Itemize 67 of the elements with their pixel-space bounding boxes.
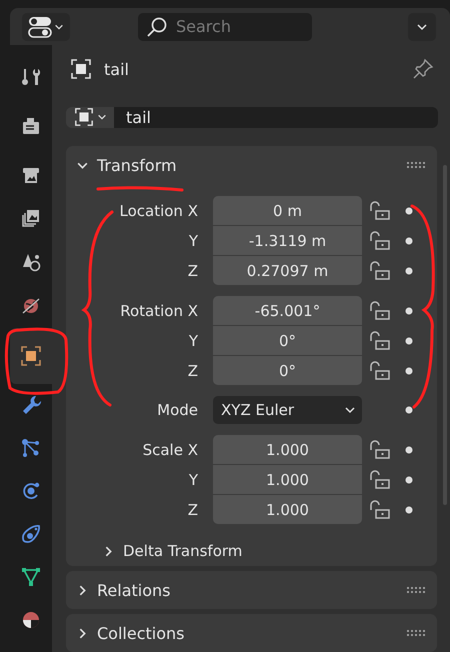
field-label: Rotation X [119, 302, 199, 320]
number-field[interactable]: 0.27097 m [213, 256, 362, 285]
keyframe-dot-icon[interactable] [405, 306, 413, 314]
field-label: Location X [118, 202, 199, 220]
panel-header[interactable]: Transform [76, 156, 177, 174]
properties-tab[interactable] [10, 328, 52, 384]
unlocked-icon[interactable] [369, 470, 391, 490]
unlocked-icon[interactable] [369, 330, 391, 350]
field-label: Y [188, 332, 199, 350]
field-label: Mode [156, 401, 199, 419]
field-label: Z [186, 262, 199, 280]
subpanel-header[interactable]: Delta Transform [66, 536, 242, 566]
chevron-down-icon [96, 112, 106, 122]
options-dropdown-button[interactable] [408, 12, 436, 40]
search-icon [146, 16, 168, 38]
keyframe-dot-icon[interactable] [405, 266, 413, 274]
object-name: tail [104, 60, 129, 79]
keyframe-dot-icon[interactable] [405, 476, 413, 484]
object-icon [70, 58, 92, 80]
keyframe-dot-icon[interactable] [405, 206, 413, 214]
toggle-icon [28, 16, 52, 38]
unlocked-icon[interactable] [369, 260, 391, 280]
keyframe-dot-icon[interactable] [405, 236, 413, 244]
drag-handle-icon[interactable] [407, 161, 425, 169]
panel-header[interactable]: Relations [76, 580, 170, 600]
number-field[interactable]: 1.000 [213, 465, 362, 494]
unlocked-icon[interactable] [369, 360, 391, 380]
drag-handle-icon[interactable] [407, 586, 425, 594]
unlocked-icon[interactable] [369, 230, 391, 250]
pin-icon[interactable] [412, 58, 434, 80]
keyframe-dot-icon[interactable] [405, 366, 413, 374]
keyframe-dot-icon[interactable] [405, 406, 413, 414]
unlocked-icon[interactable] [369, 200, 391, 220]
particles-icon [20, 437, 42, 459]
number-field[interactable]: 1.000 [213, 435, 362, 464]
object-name-field[interactable]: tail [114, 106, 438, 128]
unlocked-icon[interactable] [369, 500, 391, 520]
field-label: Scale X [142, 440, 199, 458]
unlocked-icon[interactable] [369, 300, 391, 320]
number-field[interactable]: -65.001° [213, 296, 362, 325]
keyframe-dot-icon[interactable] [405, 336, 413, 344]
panel-header[interactable]: Collections [76, 624, 184, 642]
object-type-button[interactable] [66, 106, 114, 128]
object-icon [74, 107, 94, 128]
number-field[interactable]: -1.3119 m [213, 226, 362, 255]
number-field[interactable]: 0° [213, 326, 362, 355]
number-field[interactable]: 0 m [213, 196, 362, 225]
mesh-triangle-icon [20, 566, 42, 588]
field-label: Z [186, 500, 199, 518]
mode-dropdown[interactable]: XYZ Euler [213, 396, 362, 424]
unlocked-icon[interactable] [369, 440, 391, 460]
drag-handle-icon[interactable] [407, 629, 425, 637]
image-stack-icon [20, 207, 42, 229]
field-label: Y [188, 470, 199, 488]
editor-type-button[interactable] [22, 12, 70, 40]
tool-icon [20, 66, 42, 88]
search-field[interactable]: Search [138, 12, 312, 40]
camera-icon [20, 115, 42, 137]
number-field[interactable]: 0° [213, 356, 362, 385]
number-field[interactable]: 1.000 [213, 495, 362, 524]
keyframe-dot-icon[interactable] [405, 446, 413, 454]
material-sphere-icon [20, 609, 42, 631]
field-label: Z [186, 362, 199, 380]
object-icon [20, 345, 42, 367]
field-label: Y [188, 232, 199, 250]
constraint-icon [20, 523, 42, 545]
keyframe-dot-icon[interactable] [405, 506, 413, 514]
